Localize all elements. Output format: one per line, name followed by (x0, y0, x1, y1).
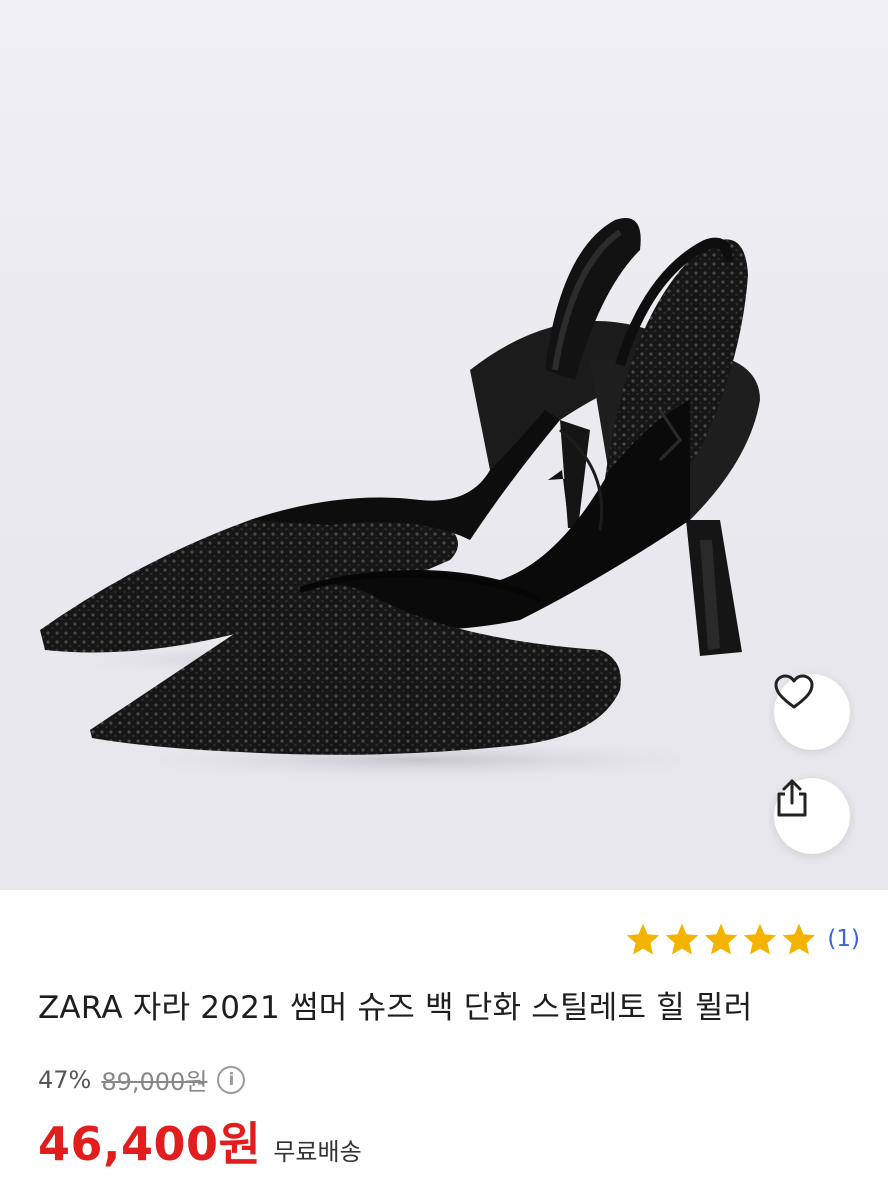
heart-icon (774, 674, 814, 709)
star-icon (783, 923, 816, 955)
discount-rate: 47% (38, 1065, 92, 1094)
original-price: 89,000원 (101, 1068, 208, 1096)
shoe-illustration (40, 218, 760, 782)
review-count[interactable]: (1) (827, 926, 860, 952)
star-icon (666, 923, 699, 955)
rating-summary[interactable]: (1) (625, 922, 860, 956)
star-icon (744, 923, 777, 955)
shipping-label: 무료배송 (273, 1138, 362, 1166)
like-button[interactable] (774, 674, 850, 750)
sale-price: 46,400원 (38, 1117, 262, 1171)
star-rating (625, 922, 817, 956)
product-title: ZARA 자라 2021 썸머 슈즈 백 단화 스틸레토 힐 뮐러 (38, 990, 753, 1026)
price-row: 46,400원 무료배송 (38, 1108, 362, 1174)
star-icon (705, 923, 738, 955)
share-button[interactable] (774, 778, 850, 854)
discount-row: 47% 89,000원 i (38, 1062, 246, 1097)
product-detail-page: (1) ZARA 자라 2021 썸머 슈즈 백 단화 스틸레토 힐 뮐러 47… (0, 0, 888, 1200)
share-icon (777, 779, 807, 817)
star-icon (627, 923, 660, 955)
info-icon[interactable]: i (217, 1065, 246, 1094)
product-image[interactable] (0, 0, 888, 890)
